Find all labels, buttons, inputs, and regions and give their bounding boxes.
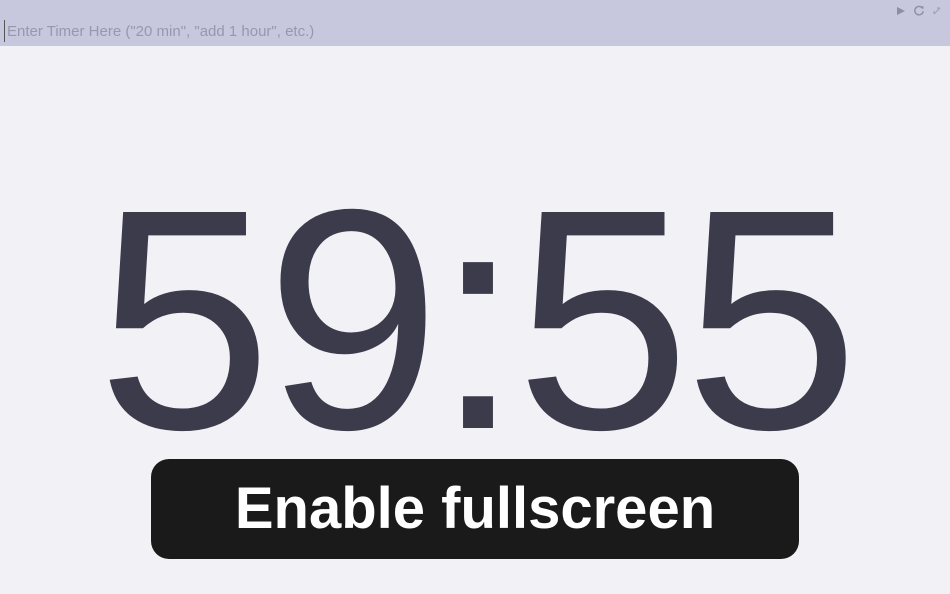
enable-fullscreen-button[interactable]: Enable fullscreen: [151, 459, 799, 559]
restart-icon[interactable]: [912, 4, 926, 18]
window-controls: [894, 4, 944, 18]
countdown-display: 59:55: [97, 144, 859, 495]
close-icon[interactable]: [930, 4, 944, 18]
timer-input[interactable]: [4, 20, 887, 42]
top-bar: [0, 0, 950, 46]
play-icon[interactable]: [894, 4, 908, 18]
